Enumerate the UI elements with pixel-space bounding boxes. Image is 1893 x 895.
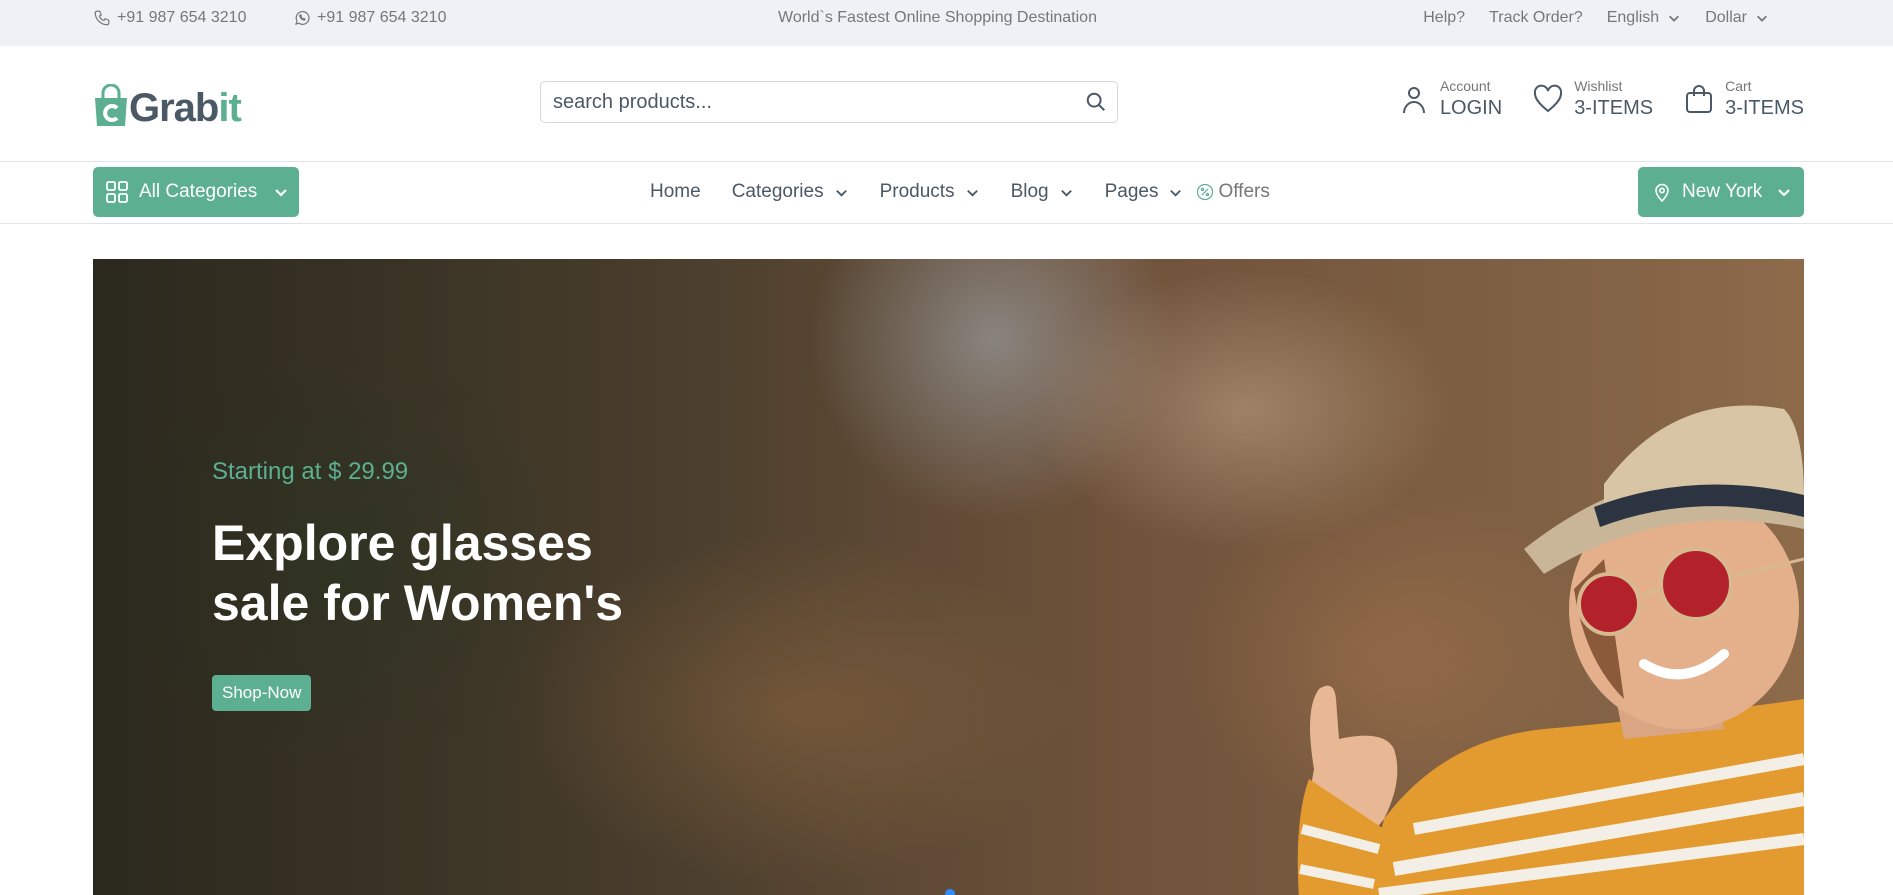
nav-item-home[interactable]: Home: [650, 181, 701, 203]
hero-banner: Starting at $ 29.99 Explore glasses sale…: [93, 259, 1804, 895]
search-button[interactable]: [1075, 82, 1117, 122]
chevron-down-icon: [1669, 15, 1680, 22]
language-label: English: [1606, 9, 1660, 26]
woman-with-sunglasses-image: [1297, 405, 1804, 895]
nav-item-categories[interactable]: Categories: [732, 181, 849, 203]
chevron-down-icon: [1060, 189, 1072, 197]
header: Grabit Account LOGIN Wishlist 3-ITEMS Ca…: [0, 46, 1893, 162]
search-icon: [1086, 92, 1105, 111]
wishlist-value: 3-ITEMS: [1574, 97, 1654, 119]
tagline: World`s Fastest Online Shopping Destinat…: [778, 9, 1097, 26]
account-label: Account: [1439, 78, 1491, 94]
grid-icon: [106, 181, 128, 203]
user-icon: [1402, 87, 1425, 114]
account-value: LOGIN: [1439, 97, 1503, 119]
all-categories-label: All Categories: [139, 181, 258, 202]
search-bar: [540, 81, 1118, 123]
hero-price-tag: Starting at $ 29.99: [212, 458, 409, 485]
chevron-down-icon: [835, 189, 847, 197]
cart-label: Cart: [1725, 78, 1752, 94]
whatsapp-icon: [295, 11, 310, 25]
slider-dot[interactable]: [945, 889, 955, 895]
language-select[interactable]: English: [1607, 9, 1681, 27]
whatsapp-number: +91 987 654 3210: [317, 9, 447, 26]
bag-icon: [1686, 85, 1713, 113]
currency-select[interactable]: Dollar: [1705, 9, 1769, 27]
wishlist-label: Wishlist: [1574, 78, 1623, 94]
track-order-link[interactable]: Track Order?: [1489, 9, 1583, 27]
hero-title: Explore glasses sale for Women's: [212, 515, 624, 631]
chevron-down-icon: [1170, 189, 1182, 197]
chevron-down-icon: [1757, 15, 1767, 22]
discount-icon: [1197, 183, 1214, 201]
nav-item-blog[interactable]: Blog: [1011, 181, 1074, 203]
location-pin-icon: [1655, 183, 1669, 202]
chevron-down-icon: [966, 189, 978, 197]
main-nav: All Categories Home Categories Products …: [0, 162, 1893, 224]
nav-item-offers[interactable]: Offers: [1196, 181, 1270, 203]
logo[interactable]: Grabit: [93, 82, 242, 130]
search-input[interactable]: [541, 82, 1075, 122]
cart-button[interactable]: Cart 3-ITEMS: [1683, 78, 1804, 120]
location-label: New York: [1682, 181, 1763, 202]
heart-icon: [1534, 84, 1563, 113]
cart-value: 3-ITEMS: [1725, 97, 1804, 119]
logo-text: Grabit: [129, 86, 242, 130]
all-categories-button[interactable]: All Categories: [93, 167, 299, 217]
nav-item-pages[interactable]: Pages: [1105, 181, 1184, 203]
chevron-down-icon: [275, 189, 288, 197]
top-bar: +91 987 654 3210 +91 987 654 3210 World`…: [0, 0, 1893, 46]
help-link[interactable]: Help?: [1423, 9, 1465, 27]
chevron-down-icon: [1778, 189, 1791, 197]
phone-icon: [94, 10, 110, 26]
phone-contact[interactable]: +91 987 654 3210: [93, 0, 246, 36]
account-button[interactable]: Account LOGIN: [1398, 78, 1502, 120]
nav-item-products[interactable]: Products: [880, 181, 980, 203]
wishlist-button[interactable]: Wishlist 3-ITEMS: [1532, 78, 1653, 120]
location-button[interactable]: New York: [1638, 167, 1804, 217]
currency-label: Dollar: [1705, 9, 1747, 26]
phone-number: +91 987 654 3210: [117, 9, 247, 26]
whatsapp-contact[interactable]: +91 987 654 3210: [293, 0, 446, 36]
shop-now-button[interactable]: Shop-Now: [212, 675, 312, 711]
shopping-bag-logo-icon: [95, 84, 127, 126]
